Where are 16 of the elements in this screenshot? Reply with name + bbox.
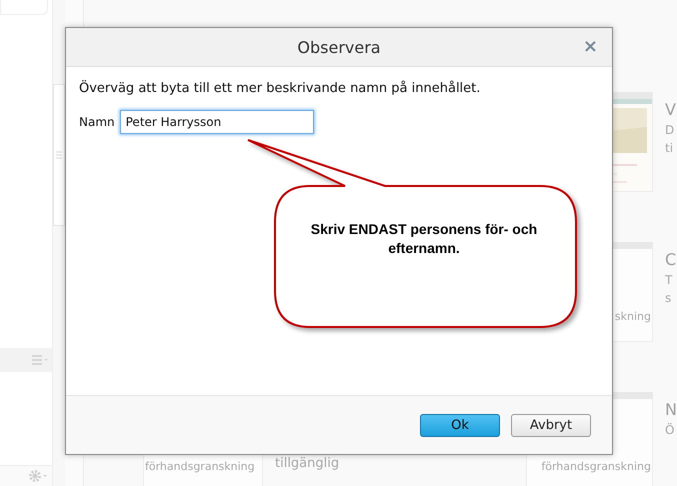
- card-description: s: [665, 291, 672, 305]
- callout-text: Skriv ENDAST personens för- och efternamn.: [310, 220, 538, 258]
- card-description: ti: [665, 141, 674, 155]
- dialog-message: Överväg att byta till ett mer beskrivande namn på innehållet.: [79, 81, 482, 96]
- card-title: V: [665, 100, 676, 119]
- card-description: D: [665, 123, 674, 137]
- card-status: tillgänglig: [275, 456, 340, 471]
- card-title: N: [665, 400, 677, 419]
- card-title: C: [665, 250, 676, 269]
- field-label: Namn: [79, 115, 115, 129]
- preview-placeholder-text: förhandsgranskning: [540, 460, 652, 475]
- preview-placeholder-text: förhandsgranskning: [144, 460, 256, 475]
- card-description: Ö: [665, 423, 674, 437]
- preview-placeholder-text: skning: [614, 310, 652, 325]
- dialog-title: Observera: [297, 38, 381, 56]
- card-description: T: [665, 273, 672, 287]
